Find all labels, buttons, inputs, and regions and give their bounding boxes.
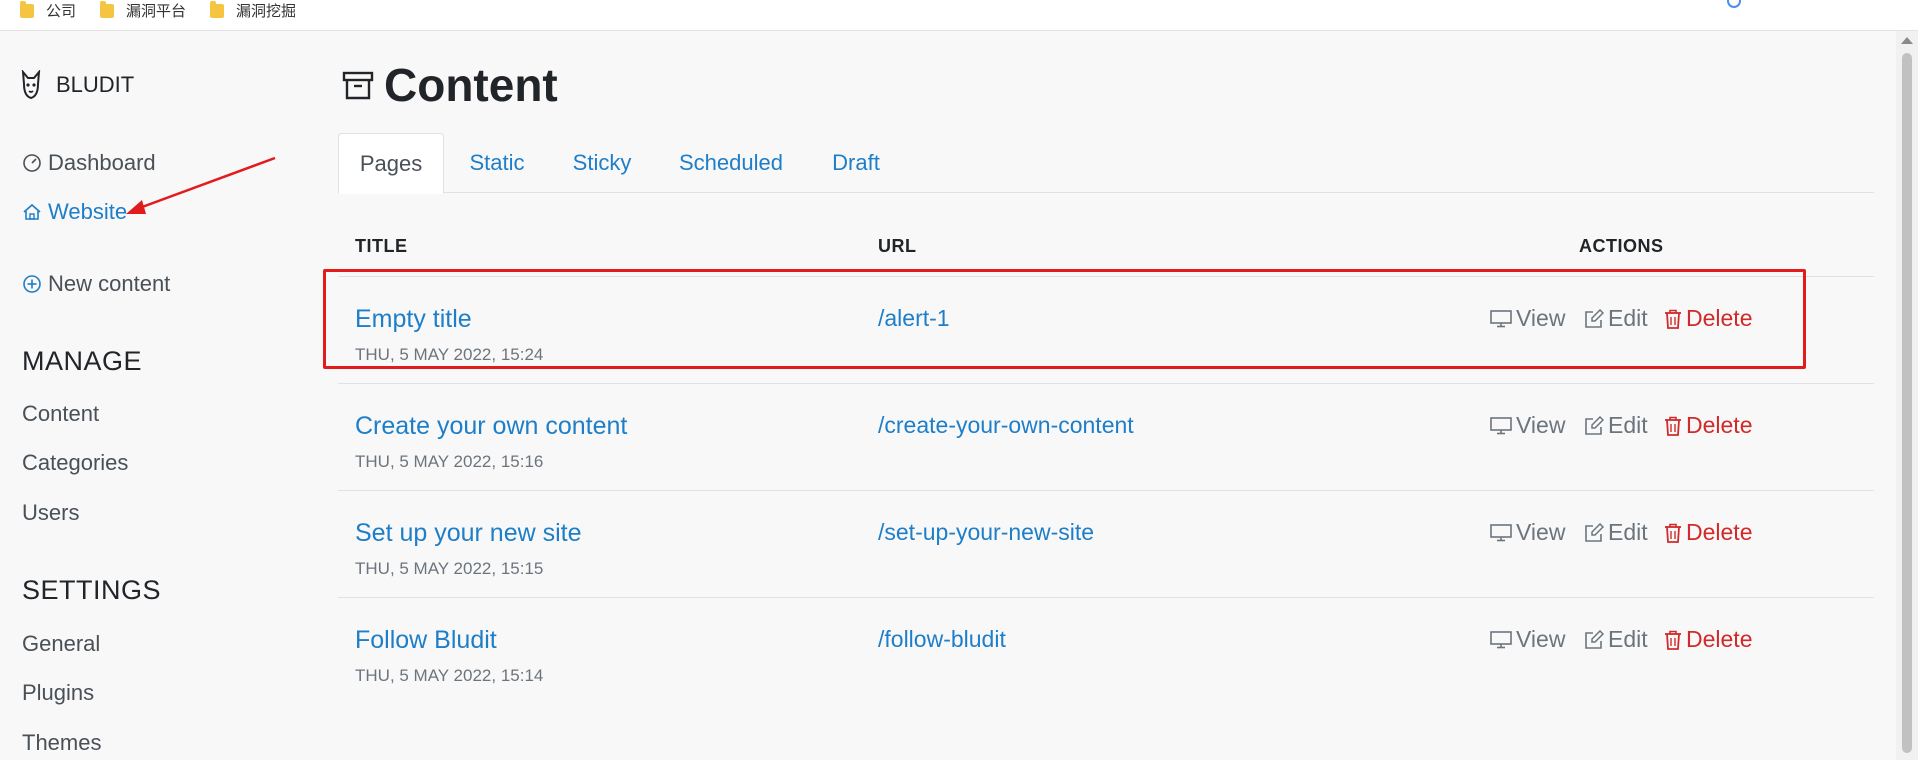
monitor-icon (1490, 523, 1512, 541)
settings-heading: SETTINGS (22, 575, 162, 605)
annotation-arrow-icon (126, 156, 276, 214)
sidebar-item-new-content[interactable]: New content (22, 271, 170, 297)
table-row: Follow Bludit THU, 5 MAY 2022, 15:14 /fo… (338, 598, 1874, 705)
page-url-link[interactable]: /follow-bludit (878, 626, 1006, 653)
delete-button[interactable]: Delete (1664, 626, 1752, 653)
bookmark-label: 公司 (46, 2, 77, 20)
page-title-text: Content (384, 59, 558, 111)
sidebar-item-label: New content (48, 271, 171, 296)
edit-label: Edit (1608, 626, 1648, 652)
folder-icon (20, 1, 34, 18)
sidebar-item-website[interactable]: Website (22, 199, 127, 225)
tab-sticky[interactable]: Sticky (550, 133, 654, 193)
table-row: Create your own content THU, 5 MAY 2022,… (338, 384, 1874, 491)
content-tabs: Pages Static Sticky Scheduled Draft (338, 133, 1874, 194)
sidebar-item-content[interactable]: Content (22, 401, 99, 427)
scroll-thumb[interactable] (1902, 53, 1912, 753)
plus-circle-icon (23, 275, 41, 293)
view-button[interactable]: View (1490, 412, 1565, 439)
view-label: View (1516, 412, 1566, 438)
archive-box-icon (342, 71, 374, 100)
delete-label: Delete (1686, 626, 1753, 652)
sidebar-item-label: Website (48, 199, 128, 224)
bludit-dog-icon (21, 70, 41, 100)
folder-icon (100, 1, 114, 18)
trash-icon (1665, 630, 1681, 650)
edit-pencil-icon (1585, 415, 1604, 435)
trash-icon (1665, 416, 1681, 436)
monitor-icon (1490, 416, 1512, 434)
edit-button[interactable]: Edit (1584, 626, 1648, 653)
dashboard-gauge-icon (23, 154, 41, 172)
profile-icon[interactable] (1727, 0, 1741, 8)
edit-pencil-icon (1585, 522, 1604, 542)
page-scrollbar[interactable] (1896, 31, 1918, 760)
sidebar-item-plugins[interactable]: Plugins (22, 680, 94, 706)
page-title-link[interactable]: Create your own content (355, 412, 627, 441)
tab-scheduled[interactable]: Scheduled (654, 133, 808, 193)
bookmarks-bar: 公司 漏洞平台 漏洞挖掘 (0, 0, 1918, 31)
edit-button[interactable]: Edit (1584, 412, 1648, 439)
bookmark-vuln-hunting[interactable]: 漏洞挖掘 (210, 0, 296, 20)
bookmark-vuln-platform[interactable]: 漏洞平台 (100, 0, 186, 20)
tab-static[interactable]: Static (444, 133, 550, 193)
delete-label: Delete (1686, 412, 1753, 438)
column-header-url: URL (878, 236, 917, 256)
page-title: Content (342, 58, 558, 112)
column-header-actions: ACTIONS (1579, 236, 1664, 256)
delete-button[interactable]: Delete (1664, 519, 1752, 546)
column-header-title: TITLE (355, 236, 408, 256)
edit-button[interactable]: Edit (1584, 519, 1648, 546)
delete-button[interactable]: Delete (1664, 412, 1752, 439)
table-row: Set up your new site THU, 5 MAY 2022, 15… (338, 491, 1874, 598)
page-title-link[interactable]: Set up your new site (355, 519, 582, 548)
page-url-link[interactable]: /create-your-own-content (878, 412, 1134, 439)
page-url-link[interactable]: /set-up-your-new-site (878, 519, 1094, 546)
page-date: THU, 5 MAY 2022, 15:14 (355, 666, 544, 685)
delete-label: Delete (1686, 519, 1753, 545)
bookmark-company[interactable]: 公司 (20, 0, 76, 20)
sidebar-item-users[interactable]: Users (22, 500, 79, 526)
brand[interactable]: BLUDIT (20, 70, 134, 100)
brand-name: BLUDIT (56, 72, 135, 97)
edit-label: Edit (1608, 412, 1648, 438)
scroll-up-arrow-icon[interactable] (1901, 37, 1913, 44)
view-button[interactable]: View (1490, 519, 1565, 546)
view-label: View (1516, 626, 1566, 652)
page-date: THU, 5 MAY 2022, 15:16 (355, 452, 544, 471)
bookmark-label: 漏洞平台 (126, 2, 187, 20)
edit-label: Edit (1608, 519, 1648, 545)
annotation-highlight-box (323, 269, 1806, 369)
tab-pages[interactable]: Pages (338, 133, 444, 194)
page-date: THU, 5 MAY 2022, 15:15 (355, 559, 544, 578)
sidebar-item-categories[interactable]: Categories (22, 450, 128, 476)
tab-draft[interactable]: Draft (808, 133, 904, 193)
home-icon (23, 203, 41, 220)
sidebar-item-themes[interactable]: Themes (22, 730, 101, 756)
edit-pencil-icon (1585, 629, 1604, 649)
view-button[interactable]: View (1490, 626, 1565, 653)
trash-icon (1665, 523, 1681, 543)
manage-heading: MANAGE (22, 346, 143, 376)
monitor-icon (1490, 630, 1512, 648)
folder-icon (210, 1, 224, 18)
page-title-link[interactable]: Follow Bludit (355, 626, 497, 655)
bookmark-label: 漏洞挖掘 (236, 2, 297, 20)
sidebar-item-general[interactable]: General (22, 631, 100, 657)
view-label: View (1516, 519, 1566, 545)
